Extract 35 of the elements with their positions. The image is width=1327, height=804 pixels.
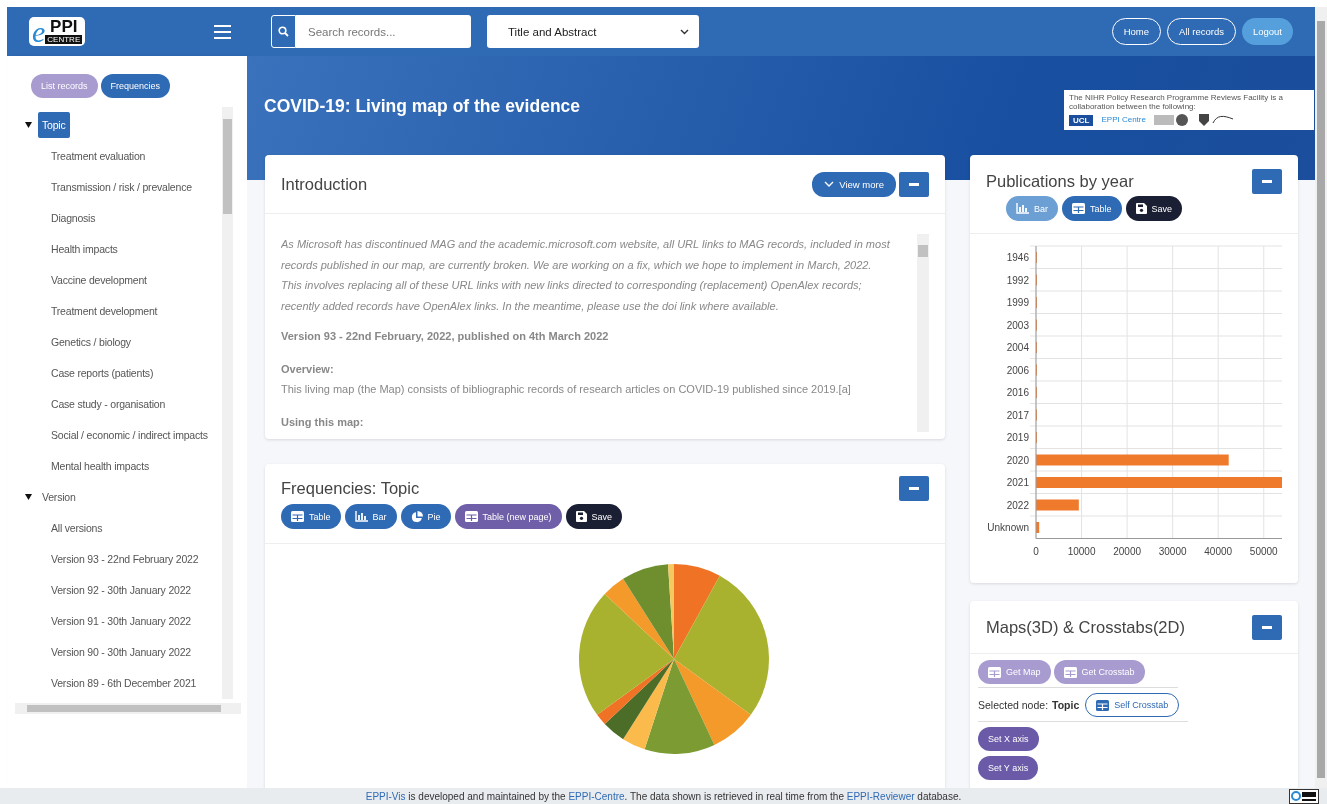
- intro-paragraph: This living map (the Map) consists of bibliographic records of research articles on COVID-19 published since 2019.[a]: [281, 382, 852, 397]
- axis-label: 2003: [1006, 319, 1029, 331]
- footer-text: EPPI-Vis is developed and maintained by the EPPI-Centre. The data shown is retrieved in real time from the EPPI-Reviewer database.: [365, 790, 962, 802]
- intro-paragraph: Overview:: [281, 361, 335, 377]
- axis-label: 2006: [1006, 364, 1029, 376]
- partner-logo: EPPI Centre: [1101, 116, 1146, 125]
- intro-paragraph: Version 93 - 22nd February, 2022, published on 4th March 2022: [281, 329, 610, 344]
- axis-label: 0: [1033, 545, 1039, 557]
- axis-label: 40000: [1204, 545, 1233, 557]
- axis-label: 2020: [1006, 454, 1029, 466]
- card-title: Frequencies: Topic: [281, 479, 420, 498]
- selected-node-label: Selected node:: [978, 699, 1049, 711]
- axis-label: Unknown: [987, 522, 1029, 533]
- axis-label: 1946: [1006, 252, 1029, 263]
- axis-label: 2016: [1006, 387, 1029, 398]
- axis-label: 10000: [1067, 545, 1096, 557]
- card-title: Introduction: [281, 174, 368, 194]
- axis-label: 30000: [1158, 545, 1187, 557]
- axis-label: 2019: [1006, 432, 1029, 443]
- axis-label: 1992: [1006, 274, 1029, 286]
- axis-label: 1999: [1006, 297, 1029, 308]
- axis-label: 2004: [1006, 342, 1029, 353]
- card-title: Publications by year: [986, 172, 1134, 191]
- axis-label: 2022: [1006, 499, 1029, 511]
- axis-label: 50000: [1249, 545, 1278, 557]
- axis-label: 2021: [1006, 477, 1029, 488]
- axis-label: 2017: [1006, 409, 1029, 421]
- partner-logo: UCL: [1069, 114, 1094, 126]
- page-title: COVID-19: Living map of the evidence: [264, 96, 581, 118]
- selected-node-value: Topic: [1052, 699, 1080, 711]
- partner-note: The NIHR Policy Research Programme Reviews Facility is a collaboration between the following:: [1069, 93, 1284, 112]
- card-title: Maps(3D) & Crosstabs(2D): [986, 617, 1185, 637]
- axis-label: 20000: [1113, 545, 1141, 557]
- intro-paragraph: Using this map:: [281, 414, 365, 429]
- intro-paragraph: As Microsoft has discontinued MAG and the academic.microsoft.com website, all URL links to MAG records, included in most records published in our map, are currently broken. We are working on a fix, which we hope to implement in March, 2022. This involves replacing all of these URL links with new links directed to corresponding (replacement) OpenAlex records; recently added records have OpenAlex links. In the meantime, please use the doi link where available.: [281, 237, 891, 314]
